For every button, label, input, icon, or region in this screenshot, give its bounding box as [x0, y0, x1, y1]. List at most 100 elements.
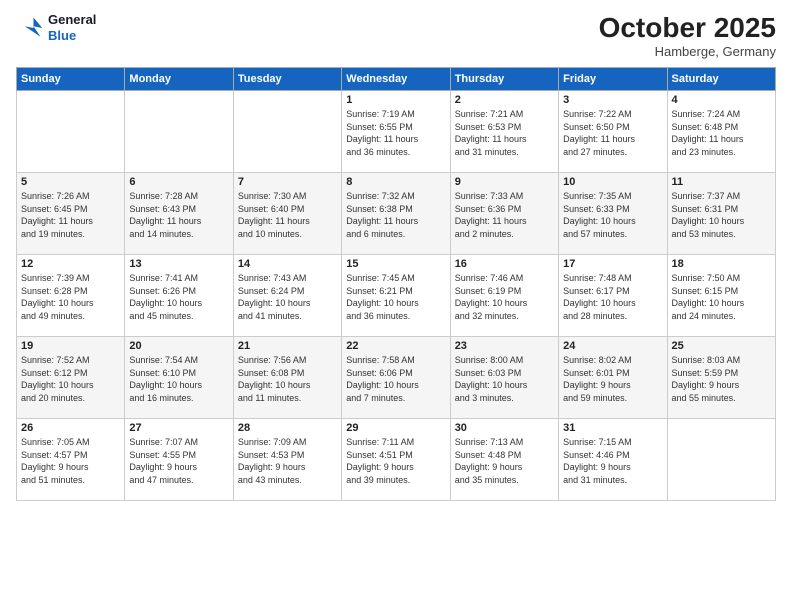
table-row: 18 Sunrise: 7:50 AM Sunset: 6:15 PM Dayli…: [667, 255, 775, 337]
day-number: 23: [455, 340, 554, 352]
day-info: Sunrise: 7:33 AM Sunset: 6:36 PM Dayligh…: [455, 190, 554, 240]
day-info: Sunrise: 8:00 AM Sunset: 6:03 PM Dayligh…: [455, 354, 554, 404]
day-info: Sunrise: 7:07 AM Sunset: 4:55 PM Dayligh…: [129, 436, 228, 486]
month-title: October 2025: [599, 12, 776, 44]
calendar-week-row: 12 Sunrise: 7:39 AM Sunset: 6:28 PM Dayli…: [17, 255, 776, 337]
col-sunday: Sunday: [17, 68, 125, 91]
day-info: Sunrise: 7:21 AM Sunset: 6:53 PM Dayligh…: [455, 108, 554, 158]
table-row: 17Sunrise: 7:48 AM Sunset: 6:17 PM Dayli…: [559, 255, 667, 337]
table-row: 25 Sunrise: 8:03 AM Sunset: 5:59 PM Dayli…: [667, 337, 775, 419]
calendar-week-row: 19 Sunrise: 7:52 AM Sunset: 6:12 PM Dayli…: [17, 337, 776, 419]
day-info: Sunrise: 7:56 AM Sunset: 6:08 PM Dayligh…: [238, 354, 337, 404]
day-info: Sunrise: 7:09 AM Sunset: 4:53 PM Dayligh…: [238, 436, 337, 486]
table-row: 30Sunrise: 7:13 AM Sunset: 4:48 PM Dayli…: [450, 419, 558, 501]
day-info: Sunrise: 7:41 AM Sunset: 6:26 PM Dayligh…: [129, 272, 228, 322]
table-row: 15 Sunrise: 7:45 AM Sunset: 6:21 PM Dayli…: [342, 255, 450, 337]
day-info: Sunrise: 7:43 AM Sunset: 6:24 PM Dayligh…: [238, 272, 337, 322]
day-info: Sunrise: 7:22 AM Sunset: 6:50 PM Dayligh…: [563, 108, 662, 158]
day-number: 6: [129, 176, 228, 188]
table-row: 12 Sunrise: 7:39 AM Sunset: 6:28 PM Dayli…: [17, 255, 125, 337]
table-row: 28Sunrise: 7:09 AM Sunset: 4:53 PM Dayli…: [233, 419, 341, 501]
col-thursday: Thursday: [450, 68, 558, 91]
header: General Blue October 2025 Hamberge, Germ…: [16, 12, 776, 59]
table-row: [667, 419, 775, 501]
day-number: 4: [672, 94, 771, 106]
day-info: Sunrise: 7:48 AM Sunset: 6:17 PM Dayligh…: [563, 272, 662, 322]
table-row: 31 Sunrise: 7:15 AM Sunset: 4:46 PM Dayli…: [559, 419, 667, 501]
day-number: 30: [455, 422, 554, 434]
day-info: Sunrise: 7:19 AM Sunset: 6:55 PM Dayligh…: [346, 108, 445, 158]
day-info: Sunrise: 7:54 AM Sunset: 6:10 PM Dayligh…: [129, 354, 228, 404]
day-number: 14: [238, 258, 337, 270]
logo-icon: [16, 14, 44, 42]
table-row: [233, 91, 341, 173]
table-row: 29Sunrise: 7:11 AM Sunset: 4:51 PM Dayli…: [342, 419, 450, 501]
day-number: 5: [21, 176, 120, 188]
day-info: Sunrise: 7:46 AM Sunset: 6:19 PM Dayligh…: [455, 272, 554, 322]
day-info: Sunrise: 7:45 AM Sunset: 6:21 PM Dayligh…: [346, 272, 445, 322]
table-row: 24 Sunrise: 8:02 AM Sunset: 6:01 PM Dayli…: [559, 337, 667, 419]
page: General Blue October 2025 Hamberge, Germ…: [0, 0, 792, 612]
table-row: 2Sunrise: 7:21 AM Sunset: 6:53 PM Daylig…: [450, 91, 558, 173]
col-friday: Friday: [559, 68, 667, 91]
table-row: 7 Sunrise: 7:30 AM Sunset: 6:40 PM Daylig…: [233, 173, 341, 255]
day-number: 15: [346, 258, 445, 270]
day-number: 31: [563, 422, 662, 434]
table-row: 19 Sunrise: 7:52 AM Sunset: 6:12 PM Dayli…: [17, 337, 125, 419]
day-number: 1: [346, 94, 445, 106]
table-row: 11Sunrise: 7:37 AM Sunset: 6:31 PM Dayli…: [667, 173, 775, 255]
day-number: 8: [346, 176, 445, 188]
logo-text: General Blue: [48, 12, 96, 43]
table-row: 8 Sunrise: 7:32 AM Sunset: 6:38 PM Daylig…: [342, 173, 450, 255]
day-number: 13: [129, 258, 228, 270]
day-number: 27: [129, 422, 228, 434]
table-row: 20Sunrise: 7:54 AM Sunset: 6:10 PM Dayli…: [125, 337, 233, 419]
day-info: Sunrise: 7:58 AM Sunset: 6:06 PM Dayligh…: [346, 354, 445, 404]
day-number: 7: [238, 176, 337, 188]
calendar-week-row: 26Sunrise: 7:05 AM Sunset: 4:57 PM Dayli…: [17, 419, 776, 501]
day-info: Sunrise: 7:26 AM Sunset: 6:45 PM Dayligh…: [21, 190, 120, 240]
day-number: 21: [238, 340, 337, 352]
day-info: Sunrise: 8:02 AM Sunset: 6:01 PM Dayligh…: [563, 354, 662, 404]
day-info: Sunrise: 7:28 AM Sunset: 6:43 PM Dayligh…: [129, 190, 228, 240]
table-row: 4Sunrise: 7:24 AM Sunset: 6:48 PM Daylig…: [667, 91, 775, 173]
day-info: Sunrise: 7:35 AM Sunset: 6:33 PM Dayligh…: [563, 190, 662, 240]
day-info: Sunrise: 8:03 AM Sunset: 5:59 PM Dayligh…: [672, 354, 771, 404]
calendar-week-row: 1 Sunrise: 7:19 AM Sunset: 6:55 PM Daylig…: [17, 91, 776, 173]
day-info: Sunrise: 7:52 AM Sunset: 6:12 PM Dayligh…: [21, 354, 120, 404]
title-section: October 2025 Hamberge, Germany: [599, 12, 776, 59]
col-wednesday: Wednesday: [342, 68, 450, 91]
day-info: Sunrise: 7:39 AM Sunset: 6:28 PM Dayligh…: [21, 272, 120, 322]
day-number: 10: [563, 176, 662, 188]
day-info: Sunrise: 7:37 AM Sunset: 6:31 PM Dayligh…: [672, 190, 771, 240]
calendar-header-row: Sunday Monday Tuesday Wednesday Thursday…: [17, 68, 776, 91]
day-info: Sunrise: 7:15 AM Sunset: 4:46 PM Dayligh…: [563, 436, 662, 486]
day-info: Sunrise: 7:05 AM Sunset: 4:57 PM Dayligh…: [21, 436, 120, 486]
day-info: Sunrise: 7:30 AM Sunset: 6:40 PM Dayligh…: [238, 190, 337, 240]
calendar: Sunday Monday Tuesday Wednesday Thursday…: [16, 67, 776, 501]
calendar-week-row: 5 Sunrise: 7:26 AM Sunset: 6:45 PM Daylig…: [17, 173, 776, 255]
day-info: Sunrise: 7:11 AM Sunset: 4:51 PM Dayligh…: [346, 436, 445, 486]
day-number: 3: [563, 94, 662, 106]
day-number: 16: [455, 258, 554, 270]
table-row: 1 Sunrise: 7:19 AM Sunset: 6:55 PM Daylig…: [342, 91, 450, 173]
col-saturday: Saturday: [667, 68, 775, 91]
day-number: 24: [563, 340, 662, 352]
table-row: 23 Sunrise: 8:00 AM Sunset: 6:03 PM Dayli…: [450, 337, 558, 419]
table-row: 21 Sunrise: 7:56 AM Sunset: 6:08 PM Dayli…: [233, 337, 341, 419]
day-info: Sunrise: 7:32 AM Sunset: 6:38 PM Dayligh…: [346, 190, 445, 240]
table-row: 26Sunrise: 7:05 AM Sunset: 4:57 PM Dayli…: [17, 419, 125, 501]
day-info: Sunrise: 7:50 AM Sunset: 6:15 PM Dayligh…: [672, 272, 771, 322]
day-number: 12: [21, 258, 120, 270]
col-tuesday: Tuesday: [233, 68, 341, 91]
table-row: 10 Sunrise: 7:35 AM Sunset: 6:33 PM Dayli…: [559, 173, 667, 255]
table-row: 5 Sunrise: 7:26 AM Sunset: 6:45 PM Daylig…: [17, 173, 125, 255]
table-row: 27 Sunrise: 7:07 AM Sunset: 4:55 PM Dayli…: [125, 419, 233, 501]
day-number: 18: [672, 258, 771, 270]
col-monday: Monday: [125, 68, 233, 91]
table-row: 6 Sunrise: 7:28 AM Sunset: 6:43 PM Daylig…: [125, 173, 233, 255]
table-row: 3 Sunrise: 7:22 AM Sunset: 6:50 PM Daylig…: [559, 91, 667, 173]
day-number: 25: [672, 340, 771, 352]
day-number: 9: [455, 176, 554, 188]
day-number: 19: [21, 340, 120, 352]
